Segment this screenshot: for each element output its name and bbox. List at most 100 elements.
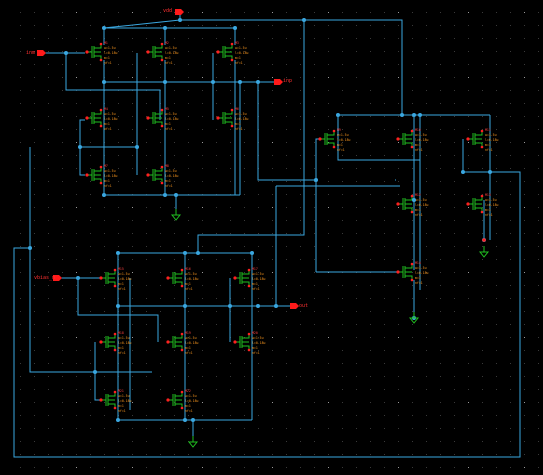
ground-icon (170, 209, 182, 221)
svg-text:m=1: m=1 (165, 56, 171, 60)
svg-text:l=0.18u: l=0.18u (485, 203, 499, 207)
svg-text:l=0.18u: l=0.18u (165, 174, 179, 178)
svg-text:m=1: m=1 (165, 122, 171, 126)
transistor-m9[interactable]: M9w=1.5ul=0.18um=1nf=1 (318, 128, 351, 152)
svg-text:m=1: m=1 (185, 346, 191, 350)
svg-text:m=1: m=1 (252, 346, 258, 350)
svg-text:w=1.5u: w=1.5u (185, 394, 197, 398)
svg-text:M11: M11 (485, 128, 491, 132)
pin-label-out: out (299, 303, 309, 309)
junction-dots (28, 18, 492, 422)
transistor-m20[interactable]: M20w=1.5ul=0.18um=1nf=1 (233, 331, 266, 355)
devices[interactable]: M1w=1.5ul=0.18um=1nf=1M2w=1.5ul=0.18um=1… (85, 41, 499, 413)
svg-text:nf=1: nf=1 (485, 213, 493, 217)
svg-text:M5: M5 (165, 107, 169, 111)
svg-text:M1: M1 (104, 41, 108, 45)
transistor-m22[interactable]: M22w=1.5ul=0.18um=1nf=1 (166, 389, 199, 413)
transistor-m10[interactable]: M10w=1.5ul=0.18um=1nf=1 (396, 128, 429, 152)
svg-text:w=1.5u: w=1.5u (104, 46, 116, 50)
pin-label-inm: inm (26, 50, 36, 56)
svg-text:w=1.5u: w=1.5u (337, 133, 349, 137)
ground-icon (187, 436, 199, 448)
svg-text:m=1: m=1 (415, 276, 421, 280)
pin-vdd[interactable] (175, 9, 184, 15)
svg-text:m=1: m=1 (118, 282, 124, 286)
svg-text:m=1: m=1 (104, 179, 110, 183)
transistor-m17[interactable]: M17w=1.5ul=0.18um=1nf=1 (233, 267, 266, 291)
svg-text:nf=1: nf=1 (337, 148, 345, 152)
svg-text:nf=1: nf=1 (118, 351, 126, 355)
svg-text:m=1: m=1 (118, 346, 124, 350)
svg-text:l=0.18u: l=0.18u (118, 277, 132, 281)
svg-text:m=1: m=1 (337, 143, 343, 147)
svg-text:nf=1: nf=1 (185, 409, 193, 413)
svg-text:M14: M14 (415, 261, 421, 265)
transistor-m16[interactable]: M16w=1.5ul=0.18um=1nf=1 (166, 267, 199, 291)
svg-text:nf=1: nf=1 (415, 148, 423, 152)
svg-text:M18: M18 (118, 331, 124, 335)
transistor-m15[interactable]: M15w=1.5ul=0.18um=1nf=1 (99, 267, 132, 291)
svg-text:l=0.18u: l=0.18u (415, 138, 429, 142)
svg-text:M8: M8 (165, 164, 169, 168)
transistor-m21[interactable]: M21w=1.5ul=0.18um=1nf=1 (99, 389, 132, 413)
schematic-svg[interactable]: M1w=1.5ul=0.18um=1nf=1M2w=1.5ul=0.18um=1… (0, 0, 543, 475)
svg-text:nf=1: nf=1 (104, 127, 112, 131)
transistor-m19[interactable]: M19w=1.5ul=0.18um=1nf=1 (166, 331, 199, 355)
transistor-m1[interactable]: M1w=1.5ul=0.18um=1nf=1 (85, 41, 118, 65)
wires (13, 12, 521, 458)
svg-text:l=0.18u: l=0.18u (104, 51, 118, 55)
transistor-m4[interactable]: M4w=1.5ul=0.18um=1nf=1 (85, 107, 118, 131)
transistor-m12[interactable]: M12w=1.5ul=0.18um=1nf=1 (396, 193, 429, 217)
pin-inp[interactable] (274, 79, 283, 85)
svg-text:w=1.5u: w=1.5u (165, 169, 177, 173)
svg-text:l=0.18u: l=0.18u (235, 51, 249, 55)
pin-inm[interactable] (37, 50, 46, 56)
svg-text:w=1.5u: w=1.5u (485, 198, 497, 202)
svg-text:M19: M19 (185, 331, 191, 335)
svg-text:w=1.5u: w=1.5u (165, 112, 177, 116)
svg-text:l=0.18u: l=0.18u (485, 138, 499, 142)
svg-text:nf=1: nf=1 (118, 409, 126, 413)
pin-out[interactable] (290, 303, 299, 309)
transistor-m7[interactable]: M7w=1.5ul=0.18um=1nf=1 (85, 164, 118, 188)
svg-text:m=1: m=1 (415, 143, 421, 147)
svg-text:l=0.18u: l=0.18u (118, 399, 132, 403)
svg-text:nf=1: nf=1 (252, 287, 260, 291)
svg-text:w=1.5u: w=1.5u (252, 272, 264, 276)
svg-text:M10: M10 (415, 128, 421, 132)
svg-text:l=0.18u: l=0.18u (165, 117, 179, 121)
transistor-m13[interactable]: M13w=1.5ul=0.18um=1nf=1 (466, 193, 499, 217)
svg-text:w=1.5u: w=1.5u (118, 336, 130, 340)
pin-label-vdd: vdd (163, 8, 173, 14)
schematic-canvas[interactable]: M1 w=1.5u l=0.18u m=1 nf=1 M2 w=1.5u l=0.18u m=1… (0, 0, 543, 475)
svg-text:m=1: m=1 (104, 56, 110, 60)
svg-text:w=1.5u: w=1.5u (415, 266, 427, 270)
svg-text:l=0.18u: l=0.18u (252, 341, 266, 345)
svg-text:m=1: m=1 (485, 208, 491, 212)
svg-text:m=1: m=1 (118, 404, 124, 408)
svg-text:w=1.5u: w=1.5u (252, 336, 264, 340)
transistor-m11[interactable]: M11w=1.5ul=0.18um=1nf=1 (466, 128, 499, 152)
transistor-m2[interactable]: M2w=1.5ul=0.18um=1nf=1 (146, 41, 179, 65)
transistor-m5[interactable]: M5w=1.5ul=0.18um=1nf=1 (146, 107, 179, 131)
svg-text:nf=1: nf=1 (165, 127, 173, 131)
svg-text:m=1: m=1 (104, 122, 110, 126)
svg-text:nf=1: nf=1 (165, 184, 173, 188)
svg-text:m=1: m=1 (252, 282, 258, 286)
transistor-m18[interactable]: M18w=1.5ul=0.18um=1nf=1 (99, 331, 132, 355)
transistor-m8[interactable]: M8w=1.5ul=0.18um=1nf=1 (146, 164, 179, 188)
svg-text:nf=1: nf=1 (165, 61, 173, 65)
svg-text:l=0.18u: l=0.18u (185, 277, 199, 281)
svg-text:M6: M6 (235, 107, 239, 111)
svg-text:w=1.5u: w=1.5u (415, 133, 427, 137)
svg-text:M12: M12 (415, 193, 421, 197)
transistor-m3[interactable]: M3w=1.5ul=0.18um=1nf=1 (216, 41, 249, 65)
svg-text:l=0.18u: l=0.18u (415, 271, 429, 275)
svg-text:w=1.5u: w=1.5u (118, 394, 130, 398)
svg-text:w=1.5u: w=1.5u (185, 336, 197, 340)
ground-icon (478, 246, 490, 258)
transistor-m6[interactable]: M6w=1.5ul=0.18um=1nf=1 (216, 107, 249, 131)
svg-text:m=1: m=1 (185, 282, 191, 286)
pin-label-vbias: vbias_n (34, 275, 56, 281)
svg-text:nf=1: nf=1 (104, 184, 112, 188)
